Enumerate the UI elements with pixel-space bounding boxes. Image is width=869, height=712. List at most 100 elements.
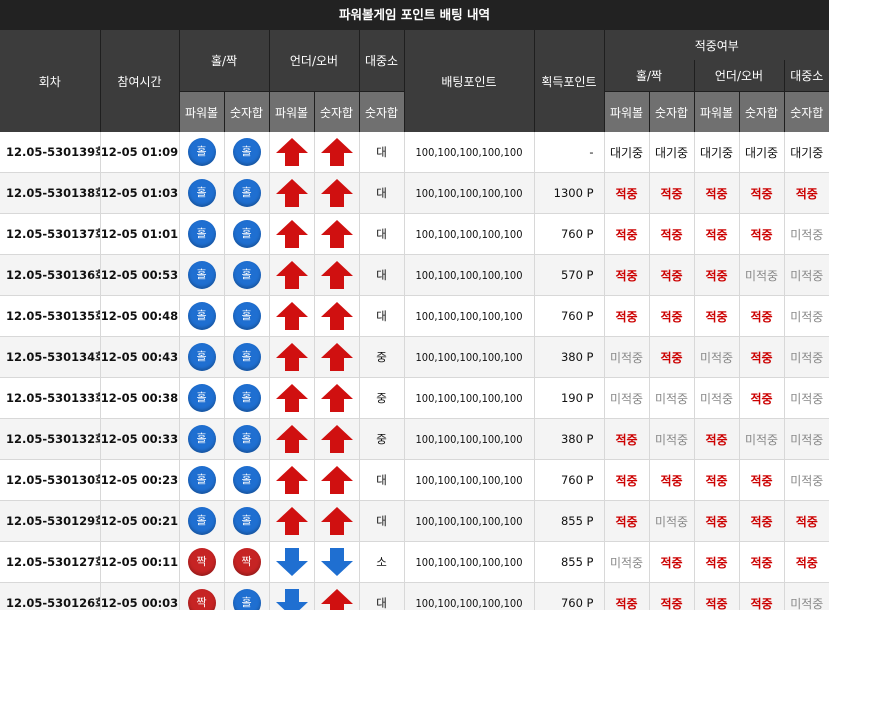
hit-result-cell: 대기중 bbox=[693, 132, 739, 173]
bet-points-cell: 100,100,100,100,100 bbox=[403, 254, 534, 296]
hit-result-cell: 적중 bbox=[783, 500, 829, 542]
hit-result-cell: 적중 bbox=[603, 295, 649, 337]
hit-status-text: 적중 bbox=[705, 514, 728, 529]
numsum-oddeven-cell: 홀 bbox=[223, 254, 269, 296]
odd-ball-icon: 홀 bbox=[187, 343, 216, 371]
hit-result-cell: 적중 bbox=[693, 500, 739, 542]
hit-result-cell: 미적중 bbox=[783, 336, 829, 378]
numsum-underover-cell bbox=[313, 132, 359, 173]
hit-result-cell: 적중 bbox=[783, 541, 829, 583]
hit-result-cell: 적중 bbox=[693, 541, 739, 583]
numsum-underover-cell bbox=[313, 172, 359, 214]
over-up-arrow-icon bbox=[275, 384, 308, 412]
numsum-underover-cell bbox=[313, 418, 359, 460]
even-ball-icon: 짝 bbox=[187, 548, 216, 576]
hit-result-cell: 미적중 bbox=[648, 418, 694, 460]
hit-status-text: 적중 bbox=[750, 227, 773, 242]
table-row: 12.05-530130회 12-05 00:23 홀 홀 대 100,100,100,1… bbox=[0, 459, 829, 501]
size-cell: 대 bbox=[358, 213, 404, 255]
numsum-oddeven-cell: 홀 bbox=[223, 459, 269, 501]
header-hit-status: 적중여부 bbox=[603, 30, 829, 60]
hit-result-cell: 미적중 bbox=[783, 582, 829, 610]
hit-result-cell: 대기중 bbox=[648, 132, 694, 173]
powerball-oddeven-cell: 홀 bbox=[178, 418, 224, 460]
header-size: 대중소 bbox=[358, 30, 404, 92]
hit-result-cell: 적중 bbox=[738, 213, 784, 255]
betting-history-table: 회차 참여시간 홀/짝 언더/오버 대중소 배팅포인트 획득포인트 적중여부 홀… bbox=[0, 30, 829, 610]
hit-status-text: 대기중 bbox=[790, 145, 824, 160]
size-cell: 중 bbox=[358, 418, 404, 460]
odd-ball-icon: 홀 bbox=[187, 179, 216, 207]
hit-status-text: 적중 bbox=[795, 514, 818, 529]
hit-result-cell: 미적중 bbox=[693, 336, 739, 378]
over-up-arrow-icon bbox=[275, 179, 308, 207]
hit-status-text: 미적중 bbox=[790, 227, 824, 242]
hit-status-text: 대기중 bbox=[744, 145, 779, 160]
over-up-arrow-icon bbox=[275, 261, 308, 289]
odd-ball-icon: 홀 bbox=[187, 466, 216, 494]
odd-ball-icon: 홀 bbox=[232, 425, 261, 453]
time-cell: 12-05 00:33 bbox=[99, 418, 179, 460]
numsum-oddeven-cell: 짝 bbox=[223, 541, 269, 583]
numsum-underover-cell bbox=[313, 336, 359, 378]
size-cell: 중 bbox=[358, 377, 404, 419]
hit-status-text: 적중 bbox=[705, 186, 728, 201]
hit-result-cell: 적중 bbox=[648, 213, 694, 255]
hit-result-cell: 미적중 bbox=[783, 295, 829, 337]
powerball-underover-cell bbox=[268, 254, 314, 296]
table-row: 12.05-530127회 12-05 00:11 짝 짝 소 100,100,100,1… bbox=[0, 541, 829, 583]
hit-status-text: 적중 bbox=[705, 268, 728, 283]
bet-points-cell: 100,100,100,100,100 bbox=[403, 418, 534, 460]
header-underover: 언더/오버 bbox=[268, 30, 359, 92]
hit-status-text: 적중 bbox=[660, 268, 683, 283]
hit-result-cell: 적중 bbox=[693, 295, 739, 337]
odd-ball-icon: 홀 bbox=[232, 220, 261, 248]
earned-points-cell: 380 P bbox=[533, 418, 604, 460]
hit-result-cell: 미적중 bbox=[648, 377, 694, 419]
hit-result-cell: 미적중 bbox=[783, 459, 829, 501]
time-cell: 12-05 00:53 bbox=[99, 254, 179, 296]
hit-status-text: 미적중 bbox=[790, 391, 824, 406]
odd-ball-icon: 홀 bbox=[187, 220, 216, 248]
hit-status-text: 적중 bbox=[705, 309, 728, 324]
numsum-underover-cell bbox=[313, 500, 359, 542]
hit-status-text: 적중 bbox=[705, 432, 728, 447]
subheader-numsum: 숫자합 bbox=[223, 91, 269, 132]
powerball-oddeven-cell: 홀 bbox=[178, 377, 224, 419]
over-up-arrow-icon bbox=[320, 179, 353, 207]
hit-result-cell: 적중 bbox=[738, 459, 784, 501]
hit-result-cell: 적중 bbox=[603, 500, 649, 542]
hit-result-cell: 적중 bbox=[648, 336, 694, 378]
numsum-oddeven-cell: 홀 bbox=[223, 213, 269, 255]
hit-result-cell: 미적중 bbox=[648, 500, 694, 542]
hit-status-text: 미적중 bbox=[790, 309, 824, 324]
bet-points-cell: 100,100,100,100,100 bbox=[403, 172, 534, 214]
round-cell: 12.05-530132회 bbox=[0, 418, 100, 460]
powerball-underover-cell bbox=[268, 377, 314, 419]
powerball-oddeven-cell: 홀 bbox=[178, 213, 224, 255]
hit-result-cell: 적중 bbox=[603, 254, 649, 296]
numsum-underover-cell bbox=[313, 459, 359, 501]
hit-result-cell: 적중 bbox=[738, 541, 784, 583]
odd-ball-icon: 홀 bbox=[232, 466, 261, 494]
under-down-arrow-icon bbox=[275, 548, 308, 576]
hit-result-cell: 미적중 bbox=[783, 213, 829, 255]
numsum-underover-cell bbox=[313, 254, 359, 296]
size-cell: 대 bbox=[358, 172, 404, 214]
powerball-underover-cell bbox=[268, 295, 314, 337]
over-up-arrow-icon bbox=[320, 507, 353, 535]
hit-status-text: 미적중 bbox=[744, 268, 779, 283]
size-cell: 소 bbox=[358, 541, 404, 583]
round-cell: 12.05-530134회 bbox=[0, 336, 100, 378]
powerball-oddeven-cell: 홀 bbox=[178, 295, 224, 337]
hit-status-text: 대기중 bbox=[609, 145, 644, 160]
hit-status-text: 적중 bbox=[615, 596, 638, 611]
hit-result-cell: 미적중 bbox=[783, 254, 829, 296]
hit-result-cell: 적중 bbox=[648, 254, 694, 296]
odd-ball-icon: 홀 bbox=[232, 384, 261, 412]
subheader-numsum: 숫자합 bbox=[313, 91, 359, 132]
round-cell: 12.05-530137회 bbox=[0, 213, 100, 255]
hit-status-text: 미적중 bbox=[790, 268, 824, 283]
earned-points-cell: 855 P bbox=[533, 500, 604, 542]
header-bet-points: 배팅포인트 bbox=[403, 30, 534, 132]
